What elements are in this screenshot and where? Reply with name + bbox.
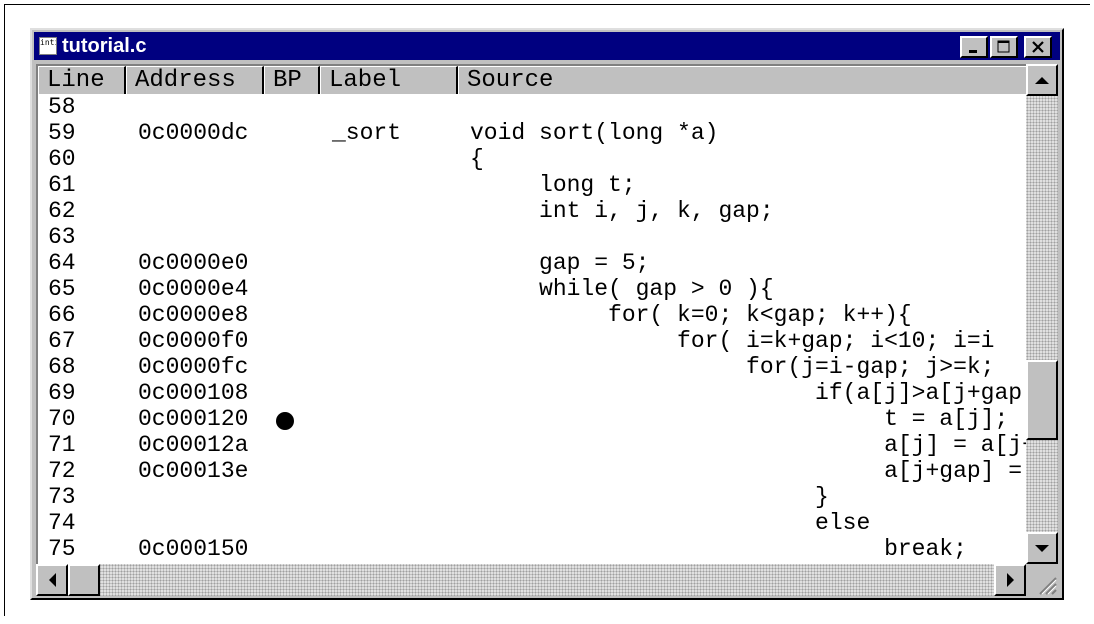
source-code-cell: void sort(long *a): [470, 120, 719, 146]
arrow-down-icon: [1035, 544, 1049, 552]
source-row[interactable]: 73 }: [38, 484, 1026, 510]
address-cell: 0c0000e4: [138, 276, 249, 302]
column-header-bp[interactable]: BP: [264, 66, 320, 94]
scroll-up-button[interactable]: [1026, 64, 1058, 96]
address-cell: 0c000150: [138, 536, 249, 562]
address-cell: 0c0000e8: [138, 302, 249, 328]
title-bar[interactable]: inti; tutorial.c: [34, 32, 1060, 60]
source-row[interactable]: 66 0c0000e8 for( k=0; k<gap; k++){: [38, 302, 1026, 328]
source-code-cell: int i, j, k, gap;: [470, 198, 774, 224]
line-number: 69: [48, 380, 76, 406]
source-row[interactable]: 58: [38, 94, 1026, 120]
source-code-cell: for( i=k+gap; i<10; i=i: [470, 328, 995, 354]
minimize-button[interactable]: [960, 36, 988, 58]
address-cell: 0c00012a: [138, 432, 249, 458]
line-number: 66: [48, 302, 76, 328]
label-cell: _sort: [332, 120, 402, 146]
arrow-up-icon: [1035, 76, 1049, 84]
source-row[interactable]: 70 0c000120 t = a[j];: [38, 406, 1026, 432]
line-number: 67: [48, 328, 76, 354]
vertical-scroll-thumb[interactable]: [1026, 360, 1058, 440]
source-code-cell: {: [470, 146, 484, 172]
source-row[interactable]: 75 0c000150 break;: [38, 536, 1026, 562]
source-row[interactable]: 64 0c0000e0 gap = 5;: [38, 250, 1026, 276]
source-file-icon[interactable]: inti;: [39, 37, 57, 55]
address-cell: 0c0000fc: [138, 354, 249, 380]
source-code-cell: else: [470, 510, 871, 536]
source-row[interactable]: 69 0c000108 if(a[j]>a[j+gap: [38, 380, 1026, 406]
close-button[interactable]: [1024, 36, 1052, 58]
source-view[interactable]: Line Address BP Label Source 58 59 0c0000d…: [36, 64, 1026, 564]
resize-grip[interactable]: [1026, 564, 1058, 596]
source-rows: 58 59 0c0000dc _sort void sort(long *a) 60 {61…: [38, 94, 1026, 562]
source-row[interactable]: 63: [38, 224, 1026, 250]
source-window: inti; tutorial.c Line Address BP Label S…: [30, 28, 1064, 600]
source-code-cell: break;: [470, 536, 967, 562]
scroll-left-button[interactable]: [36, 564, 68, 596]
line-number: 60: [48, 146, 76, 172]
source-row[interactable]: 61 long t;: [38, 172, 1026, 198]
source-code-cell: a[j] = a[j+: [470, 432, 1026, 458]
source-code-cell: }: [470, 484, 829, 510]
window-title: tutorial.c: [62, 35, 147, 57]
arrow-left-icon: [48, 573, 56, 587]
column-header-label[interactable]: Label: [320, 66, 458, 94]
source-row[interactable]: 60 {: [38, 146, 1026, 172]
source-row[interactable]: 59 0c0000dc _sort void sort(long *a): [38, 120, 1026, 146]
scroll-down-button[interactable]: [1026, 532, 1058, 564]
line-number: 74: [48, 510, 76, 536]
column-header-line[interactable]: Line: [38, 66, 126, 94]
column-header-address[interactable]: Address: [126, 66, 264, 94]
line-number: 68: [48, 354, 76, 380]
source-row[interactable]: 72 0c00013e a[j+gap] =: [38, 458, 1026, 484]
line-number: 59: [48, 120, 76, 146]
window-icon-text: inti;: [40, 38, 56, 47]
source-row[interactable]: 67 0c0000f0 for( i=k+gap; i<10; i=i: [38, 328, 1026, 354]
maximize-icon: [997, 40, 1010, 53]
source-code-cell: gap = 5;: [470, 250, 650, 276]
address-cell: 0c000108: [138, 380, 249, 406]
resize-grip-icon: [1039, 577, 1057, 595]
column-header: Line Address BP Label Source: [38, 66, 1026, 94]
line-number: 64: [48, 250, 76, 276]
address-cell: 0c0000e0: [138, 250, 249, 276]
arrow-right-icon: [1006, 573, 1014, 587]
source-code-cell: for( k=0; k<gap; k++){: [470, 302, 912, 328]
source-row[interactable]: 65 0c0000e4 while( gap > 0 ){: [38, 276, 1026, 302]
source-code-cell: while( gap > 0 ){: [470, 276, 774, 302]
line-number: 73: [48, 484, 76, 510]
line-number: 65: [48, 276, 76, 302]
line-number: 63: [48, 224, 76, 250]
line-number: 75: [48, 536, 76, 562]
address-cell: 0c0000dc: [138, 120, 249, 146]
source-code-cell: a[j+gap] =: [470, 458, 1023, 484]
source-code-cell: long t;: [470, 172, 636, 198]
source-code-cell: for(j=i-gap; j>=k;: [470, 354, 995, 380]
source-row[interactable]: 68 0c0000fc for(j=i-gap; j>=k;: [38, 354, 1026, 380]
address-cell: 0c0000f0: [138, 328, 249, 354]
source-row[interactable]: 74 else: [38, 510, 1026, 536]
close-icon: [1032, 41, 1044, 53]
breakpoint-icon[interactable]: [276, 412, 294, 430]
scroll-right-button[interactable]: [994, 564, 1026, 596]
line-number: 72: [48, 458, 76, 484]
source-row[interactable]: 71 0c00012a a[j] = a[j+: [38, 432, 1026, 458]
source-code-cell: if(a[j]>a[j+gap: [470, 380, 1023, 406]
minimize-icon: [969, 50, 977, 53]
line-number: 58: [48, 94, 76, 120]
horizontal-scrollbar[interactable]: [36, 564, 1026, 596]
line-number: 62: [48, 198, 76, 224]
horizontal-scroll-thumb[interactable]: [68, 564, 100, 596]
vertical-scrollbar[interactable]: [1026, 64, 1058, 564]
column-header-source[interactable]: Source: [458, 66, 1026, 94]
line-number: 70: [48, 406, 76, 432]
address-cell: 0c000120: [138, 406, 249, 432]
source-code-cell: t = a[j];: [470, 406, 1009, 432]
maximize-button[interactable]: [990, 36, 1018, 58]
line-number: 71: [48, 432, 76, 458]
source-row[interactable]: 62 int i, j, k, gap;: [38, 198, 1026, 224]
address-cell: 0c00013e: [138, 458, 249, 484]
line-number: 61: [48, 172, 76, 198]
